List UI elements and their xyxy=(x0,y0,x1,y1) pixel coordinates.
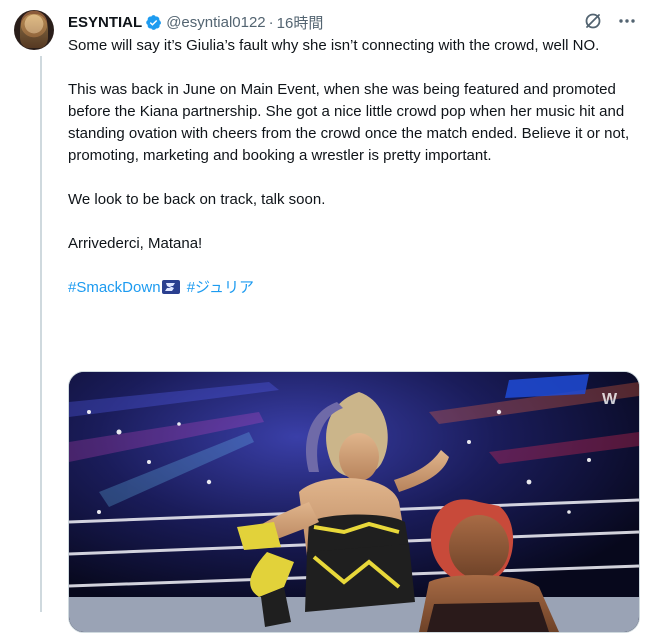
more-icon[interactable] xyxy=(617,11,637,31)
hashtag-giulia[interactable]: #ジュリア xyxy=(187,279,254,296)
separator-dot: · xyxy=(268,13,274,31)
handle[interactable]: @esyntial0122 xyxy=(166,14,265,31)
tweet-header: ESYNTIAL @esyntial0122 · 16時間 xyxy=(68,11,637,33)
tweet-media[interactable]: W xyxy=(68,371,640,633)
media-watermark: W xyxy=(602,391,618,408)
grok-icon[interactable] xyxy=(583,11,603,31)
timestamp[interactable]: 16時間 xyxy=(277,12,324,33)
display-name[interactable]: ESYNTIAL xyxy=(68,14,142,31)
verified-badge-icon xyxy=(146,14,162,30)
smackdown-emoji-icon xyxy=(161,280,180,294)
thread-line xyxy=(40,56,42,612)
tweet-paragraph: Arrivederci, Matana! xyxy=(68,235,203,252)
hashtag-smackdown[interactable]: #SmackDown xyxy=(68,279,161,296)
avatar-image xyxy=(20,14,48,48)
tweet-paragraph: Some will say it’s Giulia’s fault why sh… xyxy=(68,37,600,54)
match-video-frame: W xyxy=(69,372,639,632)
tweet-text: Some will say it’s Giulia’s fault why sh… xyxy=(68,35,640,321)
header-actions xyxy=(583,11,637,31)
hashtag-line: #SmackDown #ジュリア xyxy=(68,277,640,299)
tweet-paragraph: This was back in June on Main Event, whe… xyxy=(68,81,630,164)
avatar[interactable] xyxy=(14,10,54,50)
tweet-paragraph: We look to be back on track, talk soon. xyxy=(68,191,326,208)
